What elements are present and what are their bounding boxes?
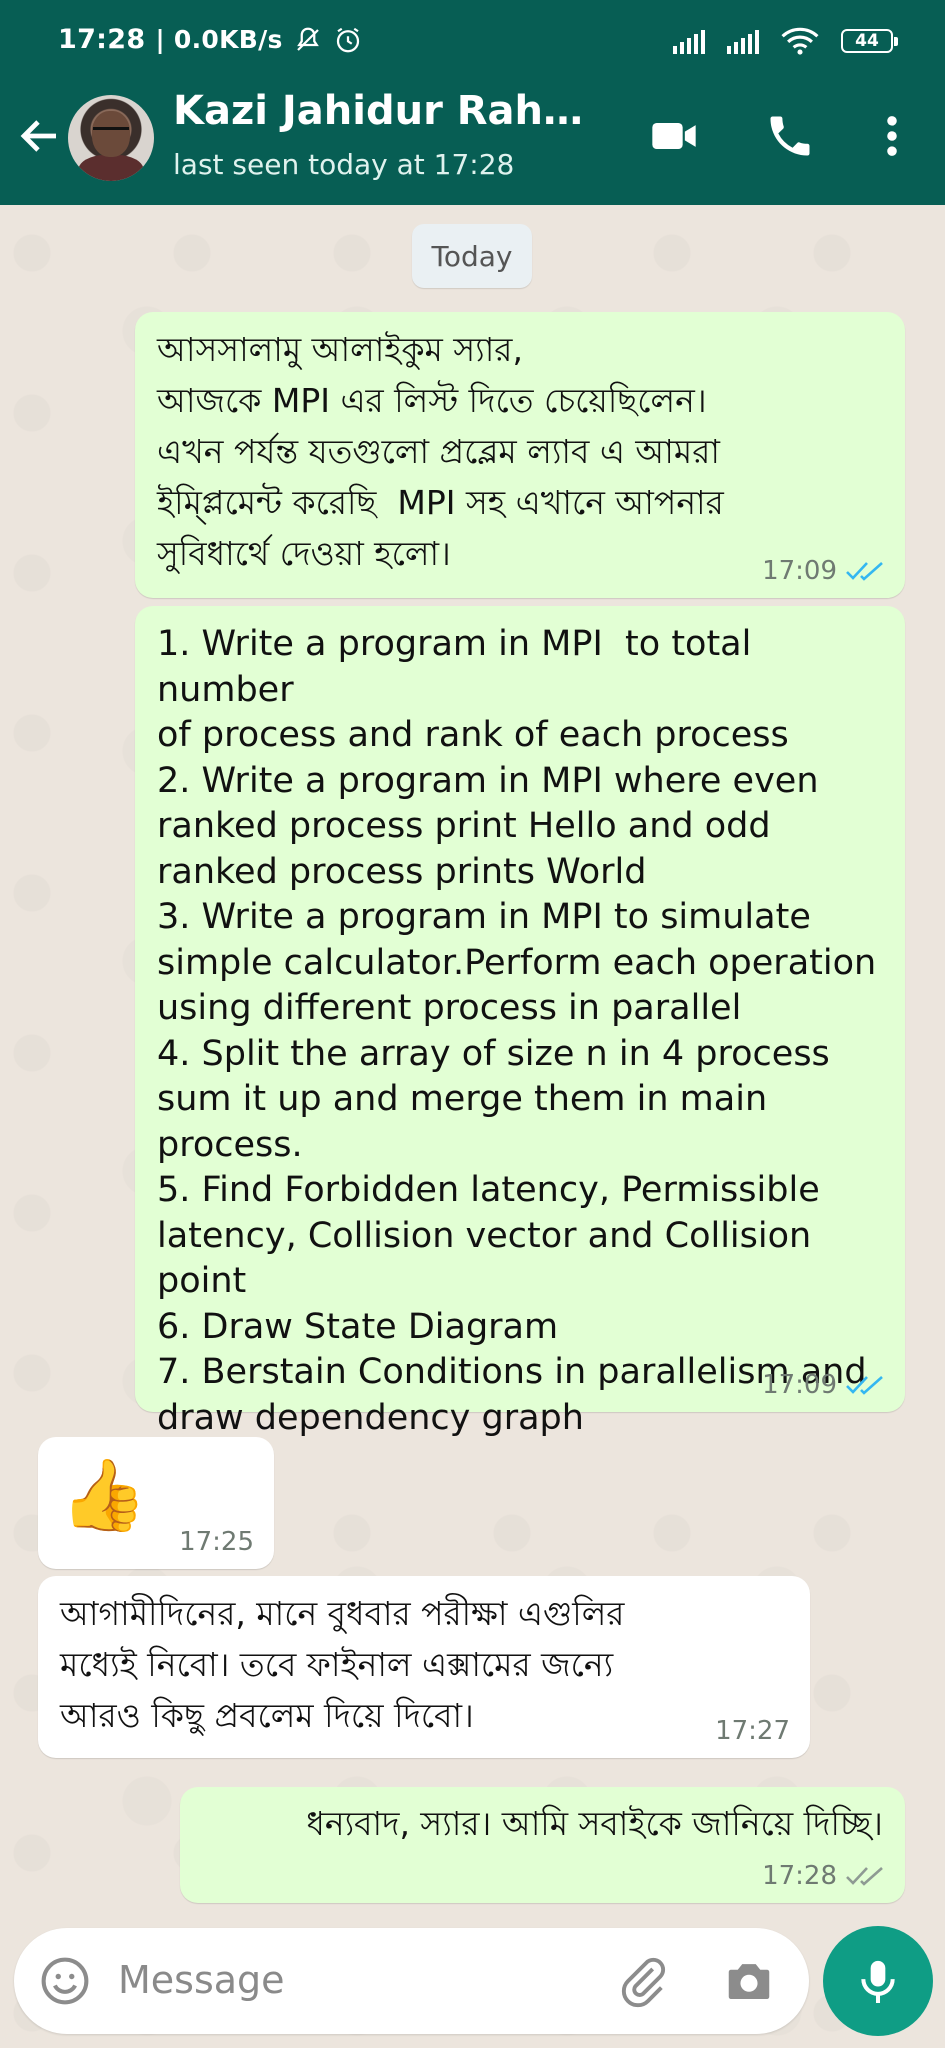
battery-icon: 44 bbox=[841, 29, 898, 53]
message-bubble-outgoing[interactable]: 1. Write a program in MPI to total numbe… bbox=[135, 606, 905, 1438]
signal-icon bbox=[727, 28, 759, 54]
message-time: 17:09 bbox=[762, 556, 837, 586]
message-meta: 17:25 bbox=[179, 1527, 254, 1557]
alarm-icon bbox=[336, 27, 359, 52]
mic-icon bbox=[861, 1960, 895, 2003]
emoji-icon[interactable] bbox=[38, 1954, 92, 2008]
message-meta: 17:27 bbox=[715, 1716, 790, 1746]
contact-name[interactable]: Kazi Jahidur Rahma... bbox=[173, 88, 613, 134]
phone-icon[interactable] bbox=[764, 110, 816, 162]
signal-icon bbox=[673, 28, 705, 54]
message-time: 17:09 bbox=[762, 1370, 837, 1400]
clock: 17:28 bbox=[58, 24, 146, 55]
camera-icon[interactable] bbox=[722, 1954, 776, 2008]
delivered-ticks-icon bbox=[846, 1867, 883, 1886]
avatar[interactable] bbox=[68, 95, 154, 181]
message-text: আসসালামু আলাইকুম স্যার, আজকে MPI এর লিস্… bbox=[157, 330, 724, 573]
read-ticks-icon bbox=[846, 562, 883, 581]
mic-button[interactable] bbox=[823, 1926, 933, 2036]
more-vert-icon[interactable] bbox=[866, 110, 918, 162]
message-bubble-outgoing[interactable]: আসসালামু আলাইকুম স্যার, আজকে MPI এর লিস্… bbox=[135, 312, 905, 598]
message-text: ধন্যবাদ, স্যার। আমি সবাইকে জানিয়ে দিচ্ছ… bbox=[306, 1804, 883, 1843]
message-time: 17:25 bbox=[179, 1527, 254, 1557]
attach-icon[interactable] bbox=[618, 1956, 670, 2008]
date-separator: Today bbox=[412, 224, 532, 288]
message-meta: 17:09 bbox=[762, 556, 885, 586]
status-bar: 17:28 | 0.0KB/s 44 bbox=[0, 0, 945, 86]
video-call-icon[interactable] bbox=[648, 110, 700, 162]
message-bubble-incoming[interactable]: আগামীদিনের, মানে বুধবার পরীক্ষা এগুলির ম… bbox=[38, 1576, 810, 1758]
message-composer: Message bbox=[14, 1928, 809, 2034]
avatar-shirt bbox=[78, 155, 144, 181]
status-right: 44 bbox=[673, 26, 898, 56]
read-ticks-icon bbox=[846, 1376, 883, 1395]
message-text: 1. Write a program in MPI to total numbe… bbox=[157, 624, 877, 1438]
mute-icon bbox=[296, 27, 319, 51]
battery-level: 44 bbox=[855, 31, 879, 51]
message-input[interactable]: Message bbox=[118, 1958, 285, 2002]
message-meta: 17:28 bbox=[762, 1861, 885, 1891]
message-meta: 17:09 bbox=[762, 1370, 885, 1400]
message-bubble-incoming[interactable]: 👍 17:25 bbox=[38, 1437, 274, 1569]
avatar-glasses bbox=[93, 127, 129, 138]
chat-header: 17:28 | 0.0KB/s 44 Kazi Jahidur Rahma...… bbox=[0, 0, 945, 205]
network-speed: | 0.0KB/s bbox=[155, 25, 283, 54]
message-time: 17:28 bbox=[762, 1861, 837, 1891]
back-arrow-icon[interactable] bbox=[16, 112, 64, 160]
wifi-icon bbox=[781, 27, 819, 55]
message-time: 17:27 bbox=[715, 1716, 790, 1746]
last-seen-status: last seen today at 17:28 bbox=[173, 148, 515, 181]
status-left: 17:28 | 0.0KB/s bbox=[58, 24, 363, 55]
message-text: আগামীদিনের, মানে বুধবার পরীক্ষা এগুলির ম… bbox=[60, 1594, 625, 1735]
message-bubble-outgoing[interactable]: ধন্যবাদ, স্যার। আমি সবাইকে জানিয়ে দিচ্ছ… bbox=[180, 1787, 905, 1903]
